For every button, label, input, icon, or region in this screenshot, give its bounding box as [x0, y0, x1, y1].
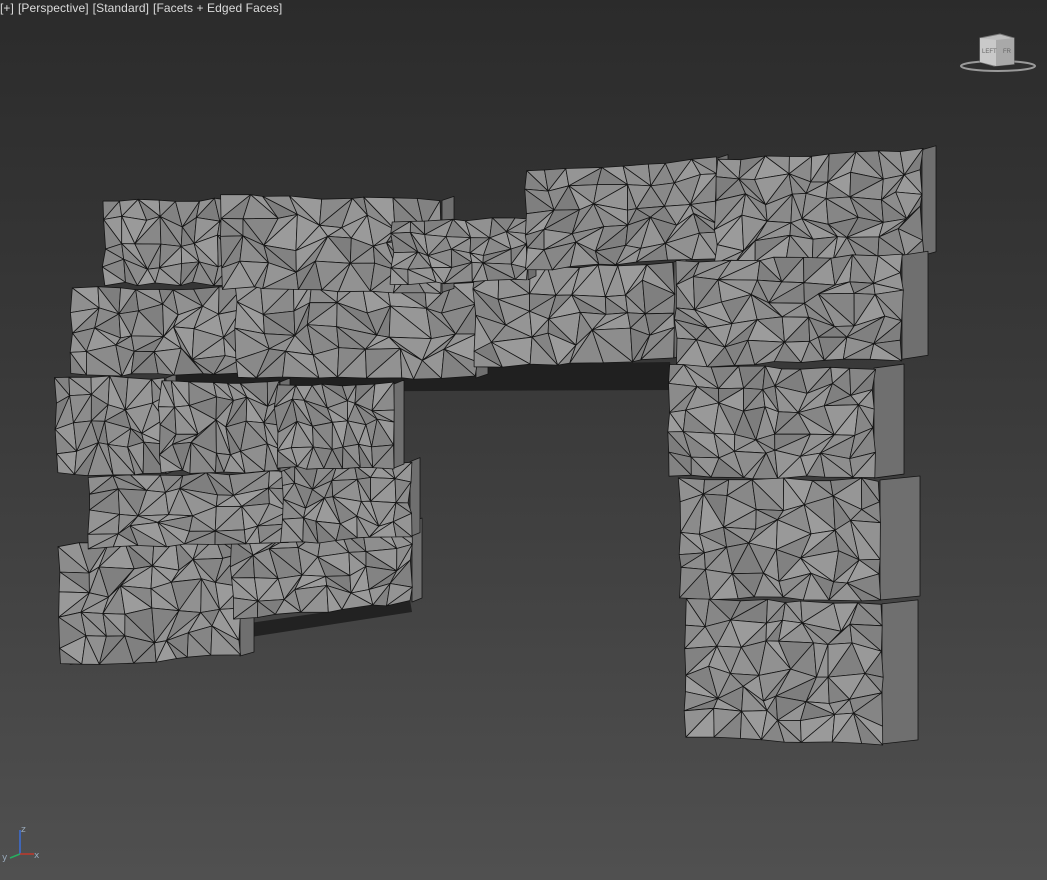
stone-block[interactable]	[667, 363, 905, 480]
stone-block[interactable]	[280, 457, 421, 544]
stone-block[interactable]	[273, 379, 405, 470]
stone-block[interactable]	[683, 598, 919, 746]
stone-block[interactable]	[157, 377, 291, 474]
axis-y-label: y	[2, 853, 8, 862]
axis-x-label: x	[34, 851, 40, 861]
axis-z-label: z	[21, 825, 26, 835]
viewport-canvas[interactable]	[0, 0, 1047, 880]
stone-block[interactable]	[389, 213, 537, 286]
stone-block[interactable]	[57, 531, 255, 665]
stone-block[interactable]	[524, 154, 729, 271]
stone-block[interactable]	[713, 145, 937, 267]
stone-block[interactable]	[54, 373, 177, 477]
stone-block[interactable]	[677, 475, 921, 602]
stone-block[interactable]	[87, 467, 299, 550]
stone-block[interactable]	[69, 283, 255, 377]
axis-tripod-icon: z x y	[2, 825, 40, 862]
stone-block[interactable]	[674, 250, 929, 368]
stone-block[interactable]	[234, 279, 489, 380]
